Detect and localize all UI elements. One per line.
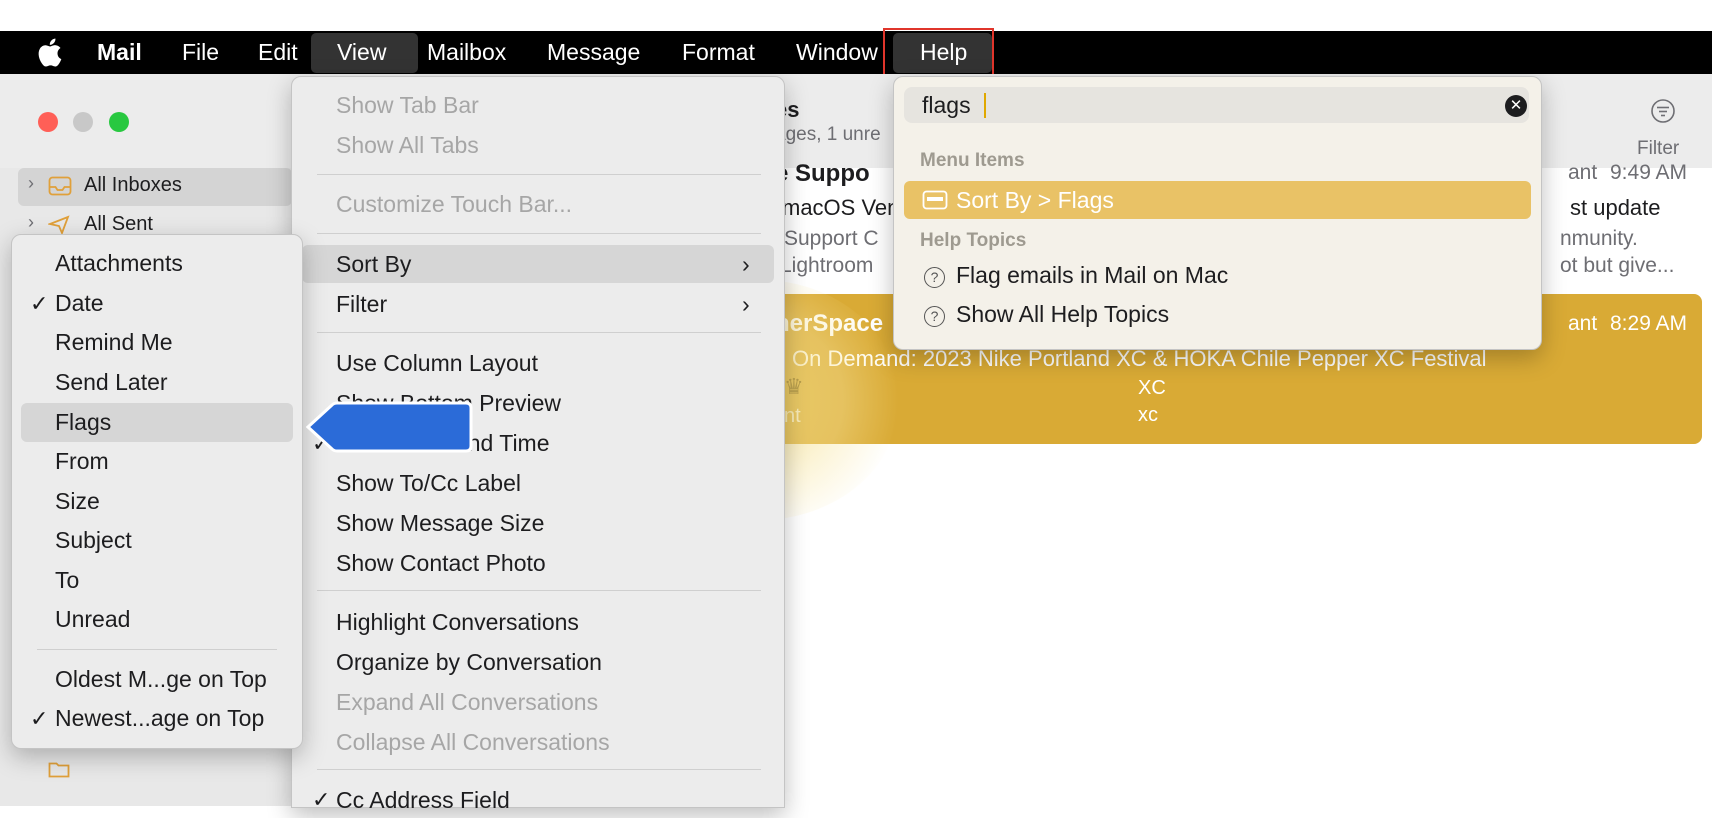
view-menu-item-sort-by[interactable]: Sort By xyxy=(336,246,411,282)
inbox-icon xyxy=(48,176,72,196)
sort-item-send-later[interactable]: Send Later xyxy=(55,364,168,400)
view-menu-item-show-tab-bar[interactable]: Show Tab Bar xyxy=(336,87,479,123)
view-menu-item-show-all-tabs[interactable]: Show All Tabs xyxy=(336,127,479,163)
sort-item-flags[interactable]: Flags xyxy=(55,404,111,440)
menu-separator xyxy=(317,769,761,770)
question-circle-icon: ? xyxy=(924,306,945,327)
menu-separator xyxy=(317,174,761,175)
sort-item-attachments[interactable]: Attachments xyxy=(55,245,183,281)
menu-separator xyxy=(317,590,761,591)
checkmark-icon: ✓ xyxy=(30,706,49,731)
minimize-window-button[interactable] xyxy=(73,112,93,132)
paper-plane-icon xyxy=(48,215,70,235)
view-menu-item-expand-all-conversations[interactable]: Expand All Conversations xyxy=(336,684,598,720)
help-topic-flag-emails[interactable]: Flag emails in Mail on Mac xyxy=(956,256,1228,294)
view-menu-item-cc-address-field[interactable]: Cc Address Field xyxy=(336,782,510,818)
message-preview: Support C xyxy=(784,227,879,250)
zoom-window-button[interactable] xyxy=(109,112,129,132)
clear-search-icon[interactable]: ✕ xyxy=(1505,95,1527,117)
text-caret xyxy=(984,93,986,118)
message-preview: XC xyxy=(1138,377,1166,399)
menu-mailbox[interactable]: Mailbox xyxy=(427,31,506,74)
menu-view[interactable]: View xyxy=(337,31,386,74)
sort-by-submenu: Attachments ✓ Date Remind Me Send Later … xyxy=(11,234,303,749)
folder-icon xyxy=(48,762,70,778)
message-preview-tail: nmunity. xyxy=(1560,227,1638,250)
chevron-right-icon: › xyxy=(742,251,750,277)
help-menu: flags ✕ Menu Items Sort By > Flags Help … xyxy=(893,76,1542,350)
mailbox-subtitle: ages, 1 unre xyxy=(775,124,881,145)
chevron-right-icon: › xyxy=(742,291,750,317)
close-window-button[interactable] xyxy=(38,112,58,132)
sort-item-subject[interactable]: Subject xyxy=(55,522,132,558)
checkmark-icon: ✓ xyxy=(312,787,331,812)
menu-file[interactable]: File xyxy=(182,31,219,74)
view-menu-item-customize-touch-bar[interactable]: Customize Touch Bar... xyxy=(336,186,572,222)
message-subject-tail: st update xyxy=(1570,195,1661,220)
sort-item-newest-on-top[interactable]: Newest...age on Top xyxy=(55,700,264,736)
message-sender[interactable]: e Suppo xyxy=(775,160,870,188)
sort-item-date[interactable]: Date xyxy=(55,285,104,321)
view-menu-item-show-contact-photo[interactable]: Show Contact Photo xyxy=(336,545,546,581)
sort-item-from[interactable]: From xyxy=(55,443,109,479)
menu-mail[interactable]: Mail xyxy=(97,31,142,74)
question-circle-icon: ? xyxy=(924,267,945,288)
sort-item-remind-me[interactable]: Remind Me xyxy=(55,324,173,360)
view-menu-item-filter[interactable]: Filter xyxy=(336,286,387,322)
message-preview: Lightroom xyxy=(780,254,874,277)
checkmark-icon: ✓ xyxy=(30,291,49,316)
message-preview-tail: ot but give... xyxy=(1560,254,1675,277)
menu-edit[interactable]: Edit xyxy=(258,31,298,74)
message-subject: macOS Ven xyxy=(782,195,900,220)
section-menu-items: Menu Items xyxy=(920,150,1025,171)
menu-separator xyxy=(317,233,761,234)
help-result-sort-by-flags[interactable]: Sort By > Flags xyxy=(956,181,1114,219)
message-tag: ant xyxy=(1568,312,1598,335)
menu-message[interactable]: Message xyxy=(547,31,640,74)
menu-bar: Mail File Edit View Mailbox Message Form… xyxy=(0,31,1712,74)
view-menu-item-show-to-cc-label[interactable]: Show To/Cc Label xyxy=(336,465,521,501)
sidebar-item-all-inboxes[interactable]: All Inboxes xyxy=(84,174,182,197)
view-menu-item-show-message-size[interactable]: Show Message Size xyxy=(336,505,544,541)
filter-icon[interactable] xyxy=(1650,98,1676,124)
message-time: 8:29 AM xyxy=(1610,312,1688,335)
message-tag: ant xyxy=(1568,161,1598,184)
menu-separator xyxy=(37,649,277,650)
help-menu-outline xyxy=(883,28,994,76)
view-menu-item-highlight-conversations[interactable]: Highlight Conversations xyxy=(336,604,579,640)
pointer-callout xyxy=(306,401,473,453)
sort-item-unread[interactable]: Unread xyxy=(55,601,130,637)
apple-icon[interactable] xyxy=(36,38,62,67)
menu-item-icon xyxy=(922,190,948,210)
sort-item-size[interactable]: Size xyxy=(55,483,100,519)
help-search-field[interactable]: flags ✕ xyxy=(904,87,1529,123)
help-search-input[interactable]: flags xyxy=(922,87,971,123)
view-menu-item-organize-by-conversation[interactable]: Organize by Conversation xyxy=(336,644,602,680)
view-menu-item-collapse-all-conversations[interactable]: Collapse All Conversations xyxy=(336,724,610,760)
sort-item-oldest-on-top[interactable]: Oldest M...ge on Top xyxy=(55,661,267,697)
menu-window[interactable]: Window xyxy=(796,31,878,74)
sidebar-item-all-sent[interactable]: All Sent xyxy=(84,213,153,236)
menu-format[interactable]: Format xyxy=(682,31,755,74)
filter-label[interactable]: Filter xyxy=(1637,138,1679,160)
menu-separator xyxy=(317,332,761,333)
disclosure-icon[interactable]: › xyxy=(28,212,34,233)
sort-item-to[interactable]: To xyxy=(55,562,79,598)
section-help-topics: Help Topics xyxy=(920,230,1027,251)
view-menu-item-use-column-layout[interactable]: Use Column Layout xyxy=(336,345,538,381)
message-time: 9:49 AM xyxy=(1610,161,1688,184)
disclosure-icon[interactable]: › xyxy=(28,173,34,194)
help-topic-show-all[interactable]: Show All Help Topics xyxy=(956,295,1169,333)
message-preview: xc xyxy=(1138,404,1158,426)
